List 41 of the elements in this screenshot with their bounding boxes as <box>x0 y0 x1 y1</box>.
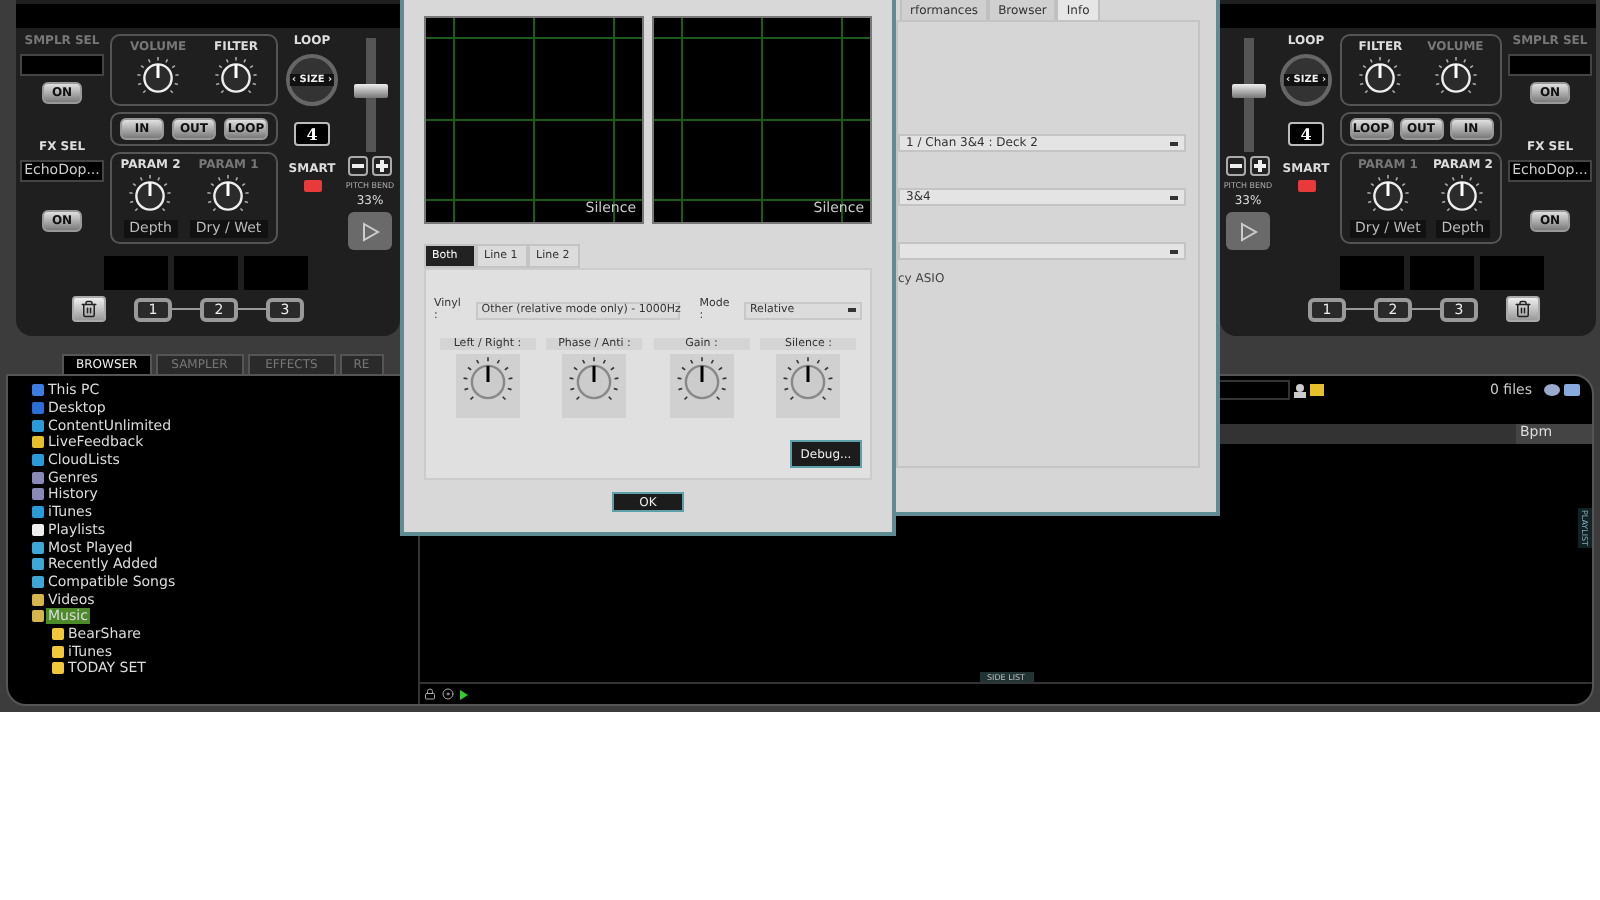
page-icon <box>32 523 44 536</box>
user-icon <box>1294 383 1306 397</box>
loop-count[interactable]: 4 <box>294 122 330 146</box>
disc-icon[interactable] <box>442 688 454 700</box>
pitch-down-button[interactable] <box>1226 156 1246 176</box>
folder-icon <box>1310 384 1324 396</box>
minus-icon <box>1230 164 1242 168</box>
globe-icon <box>32 454 44 467</box>
play-icon[interactable] <box>460 689 468 699</box>
play-button[interactable] <box>348 212 392 250</box>
play-button[interactable] <box>1226 212 1270 250</box>
smart-led[interactable] <box>1297 180 1315 192</box>
slider-thumb[interactable] <box>1231 83 1265 98</box>
play-icon <box>1239 221 1257 241</box>
trash-icon <box>80 300 98 318</box>
minus-icon <box>352 164 364 168</box>
caret-icon <box>1170 249 1178 253</box>
slider-thumb[interactable] <box>353 83 387 98</box>
folder-icon <box>32 436 44 449</box>
globe-icon <box>32 506 44 519</box>
trash-icon <box>1514 300 1532 318</box>
play-icon <box>361 221 379 241</box>
desktop-icon <box>32 402 44 415</box>
plus-icon <box>376 160 388 172</box>
caret-icon <box>1170 195 1178 199</box>
caret-icon <box>848 308 856 312</box>
pitch-up-button[interactable] <box>1250 156 1270 176</box>
plus-icon <box>1254 160 1266 172</box>
computer-icon <box>32 384 44 397</box>
pitch-slider[interactable] <box>353 38 387 152</box>
delete-button[interactable] <box>1506 296 1540 322</box>
smart-led[interactable] <box>303 180 321 192</box>
cloud-icon <box>1544 384 1560 396</box>
delete-button[interactable] <box>72 296 106 322</box>
pitch-slider[interactable] <box>1231 38 1265 152</box>
caret-icon <box>1170 141 1178 145</box>
pitch-down-button[interactable] <box>348 156 368 176</box>
pitch-up-button[interactable] <box>372 156 392 176</box>
globe-icon <box>32 419 44 432</box>
loop-count[interactable]: 4 <box>1288 122 1324 146</box>
lock-icon[interactable] <box>424 688 436 700</box>
